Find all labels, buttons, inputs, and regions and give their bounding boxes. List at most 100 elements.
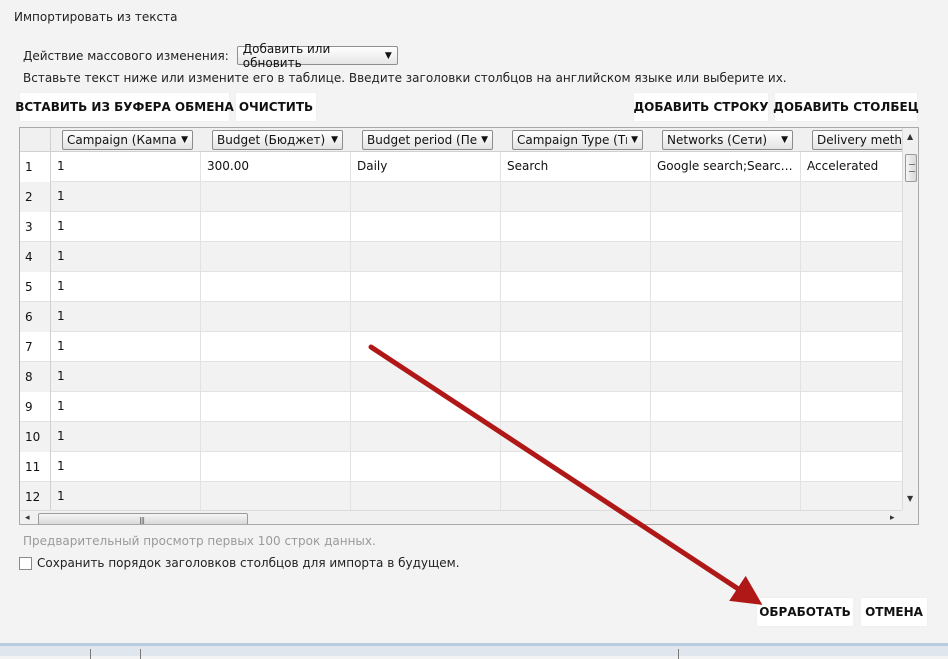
table-cell[interactable]: 1 bbox=[51, 272, 201, 302]
table-cell[interactable]: 1 bbox=[51, 302, 201, 332]
column-header-networks[interactable]: Networks (Сети) ▼ bbox=[662, 130, 793, 150]
paste-from-clipboard-button[interactable]: ВСТАВИТЬ ИЗ БУФЕРА ОБМЕНА bbox=[15, 92, 234, 122]
cancel-button[interactable]: ОТМЕНА bbox=[860, 597, 928, 627]
table-cell[interactable] bbox=[201, 242, 351, 272]
table-cell[interactable] bbox=[351, 392, 501, 422]
save-order-checkbox[interactable] bbox=[19, 556, 32, 570]
table-cell[interactable] bbox=[501, 272, 651, 302]
table-cell[interactable]: 1 bbox=[51, 152, 201, 182]
column-header-campaign-type[interactable]: Campaign Type (Ти ▼ bbox=[512, 130, 643, 150]
table-row: 31 bbox=[20, 212, 903, 242]
scroll-left-icon[interactable]: ◂ bbox=[25, 513, 30, 523]
table-cell[interactable] bbox=[201, 392, 351, 422]
table-cell[interactable] bbox=[801, 242, 903, 272]
table-cell[interactable] bbox=[501, 242, 651, 272]
table-cell[interactable] bbox=[651, 452, 801, 482]
table-cell[interactable] bbox=[201, 212, 351, 242]
column-header-delivery-method[interactable]: Delivery method bbox=[812, 130, 912, 150]
table-cell[interactable] bbox=[801, 422, 903, 452]
table-cell[interactable] bbox=[801, 212, 903, 242]
table-cell[interactable] bbox=[801, 392, 903, 422]
table-cell[interactable]: Search bbox=[501, 152, 651, 182]
table-cell[interactable] bbox=[351, 212, 501, 242]
table-cell[interactable] bbox=[801, 362, 903, 392]
table-cell[interactable] bbox=[351, 332, 501, 362]
table-cell[interactable] bbox=[501, 212, 651, 242]
table-cell[interactable] bbox=[501, 332, 651, 362]
caret-down-icon: ▼ bbox=[181, 135, 188, 145]
table-cell[interactable]: 1 bbox=[51, 242, 201, 272]
table-cell[interactable]: Accelerated bbox=[801, 152, 903, 182]
table-cell[interactable] bbox=[501, 362, 651, 392]
table-cell[interactable]: 1 bbox=[51, 482, 201, 512]
table-cell[interactable]: Google search;Search ... bbox=[651, 152, 801, 182]
table-cell[interactable]: 1 bbox=[51, 452, 201, 482]
table-cell[interactable]: 1 bbox=[51, 362, 201, 392]
table-cell[interactable] bbox=[201, 182, 351, 212]
table-cell[interactable] bbox=[201, 332, 351, 362]
column-header-campaign[interactable]: Campaign (Кампани ▼ bbox=[62, 130, 193, 150]
table-cell[interactable] bbox=[351, 452, 501, 482]
column-header-label: Delivery method bbox=[817, 133, 907, 147]
vertical-scroll-thumb[interactable] bbox=[905, 154, 917, 182]
table-cell[interactable]: 1 bbox=[51, 182, 201, 212]
table-cell[interactable] bbox=[201, 362, 351, 392]
scroll-right-icon[interactable]: ▸ bbox=[890, 513, 895, 523]
horizontal-scrollbar[interactable]: ◂ ||| ▸ bbox=[20, 510, 903, 524]
table-cell[interactable] bbox=[801, 302, 903, 332]
table-row: 91 bbox=[20, 392, 903, 422]
table-cell[interactable] bbox=[501, 392, 651, 422]
table-cell[interactable] bbox=[501, 422, 651, 452]
table-cell[interactable] bbox=[651, 212, 801, 242]
table-cell[interactable] bbox=[351, 482, 501, 512]
table-cell[interactable] bbox=[351, 272, 501, 302]
column-header-budget-period[interactable]: Budget period (Пер ▼ bbox=[362, 130, 493, 150]
table-cell[interactable] bbox=[651, 182, 801, 212]
table-cell[interactable] bbox=[651, 362, 801, 392]
add-row-button[interactable]: ДОБАВИТЬ СТРОКУ bbox=[633, 92, 769, 122]
process-button[interactable]: ОБРАБОТАТЬ bbox=[756, 597, 854, 627]
table-cell[interactable] bbox=[651, 302, 801, 332]
table-cell[interactable] bbox=[801, 182, 903, 212]
table-cell[interactable] bbox=[651, 332, 801, 362]
table-cell[interactable] bbox=[501, 482, 651, 512]
table-cell[interactable]: 1 bbox=[51, 332, 201, 362]
table-cell[interactable] bbox=[201, 452, 351, 482]
table-cell[interactable] bbox=[351, 182, 501, 212]
table-cell[interactable] bbox=[801, 272, 903, 302]
table-cell[interactable] bbox=[801, 332, 903, 362]
table-cell[interactable] bbox=[651, 392, 801, 422]
table-cell[interactable]: 300.00 bbox=[201, 152, 351, 182]
horizontal-scroll-thumb[interactable]: ||| bbox=[38, 513, 248, 524]
table-cell[interactable] bbox=[201, 482, 351, 512]
clear-button[interactable]: ОЧИСТИТЬ bbox=[235, 92, 317, 122]
table-cell[interactable] bbox=[351, 302, 501, 332]
column-header-budget[interactable]: Budget (Бюджет) ▼ bbox=[212, 130, 343, 150]
table-cell[interactable] bbox=[651, 422, 801, 452]
scroll-down-icon[interactable]: ▼ bbox=[907, 494, 913, 503]
table-cell[interactable]: 1 bbox=[51, 422, 201, 452]
table-row: 11 1 bbox=[20, 452, 903, 482]
table-cell[interactable] bbox=[501, 182, 651, 212]
table-cell[interactable] bbox=[351, 242, 501, 272]
table-cell[interactable] bbox=[351, 422, 501, 452]
vertical-scrollbar[interactable]: ▲ ▼ bbox=[902, 128, 918, 512]
table-cell[interactable] bbox=[501, 452, 651, 482]
scroll-up-icon[interactable]: ▲ bbox=[907, 132, 913, 141]
table-cell[interactable] bbox=[501, 302, 651, 332]
table-cell[interactable] bbox=[801, 482, 903, 512]
table-cell[interactable] bbox=[201, 272, 351, 302]
table-cell[interactable] bbox=[651, 482, 801, 512]
table-cell[interactable]: 1 bbox=[51, 392, 201, 422]
table-cell[interactable] bbox=[201, 302, 351, 332]
table-cell[interactable]: 1 bbox=[51, 212, 201, 242]
table-cell[interactable]: Daily bbox=[351, 152, 501, 182]
data-grid: Campaign (Кампани ▼ Budget (Бюджет) ▼ Budg… bbox=[19, 127, 919, 525]
table-cell[interactable] bbox=[801, 452, 903, 482]
add-column-button[interactable]: ДОБАВИТЬ СТОЛБЕЦ bbox=[773, 92, 919, 122]
table-cell[interactable] bbox=[651, 272, 801, 302]
table-cell[interactable] bbox=[201, 422, 351, 452]
table-cell[interactable] bbox=[651, 242, 801, 272]
bulk-action-select[interactable]: Добавить или обновить ▼ bbox=[236, 42, 398, 70]
table-cell[interactable] bbox=[351, 362, 501, 392]
